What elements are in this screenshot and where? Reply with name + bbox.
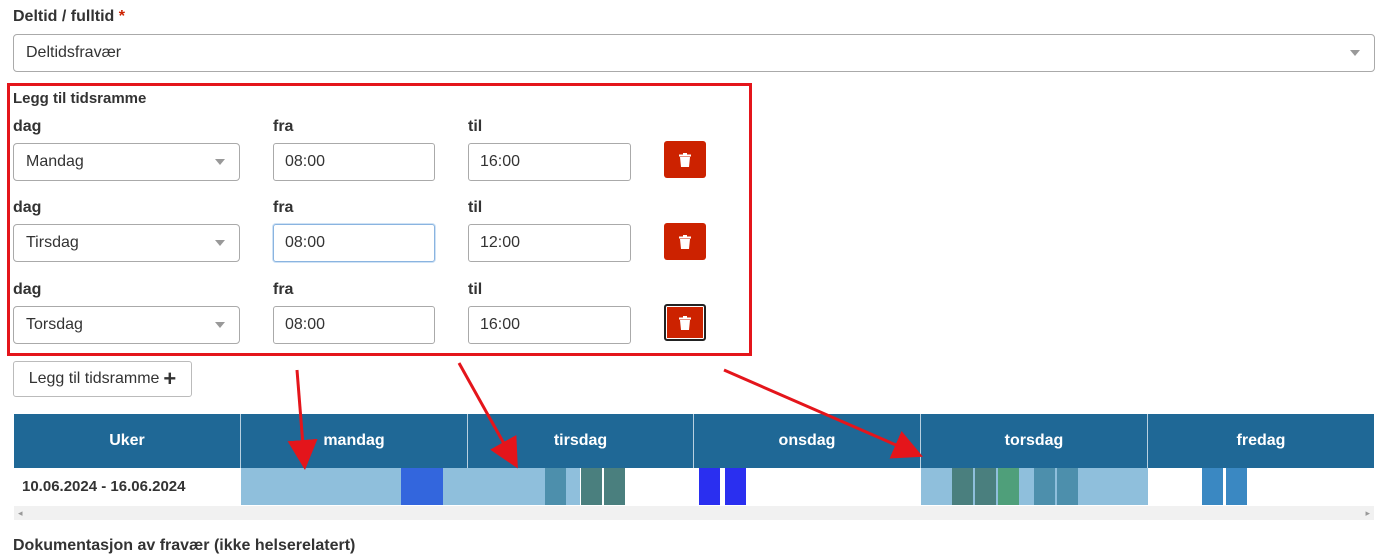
annotation-arrows xyxy=(287,362,923,470)
arrow-to-thursday xyxy=(723,368,923,459)
arrow-to-monday xyxy=(287,369,318,470)
arrow-to-tuesday xyxy=(457,362,518,469)
